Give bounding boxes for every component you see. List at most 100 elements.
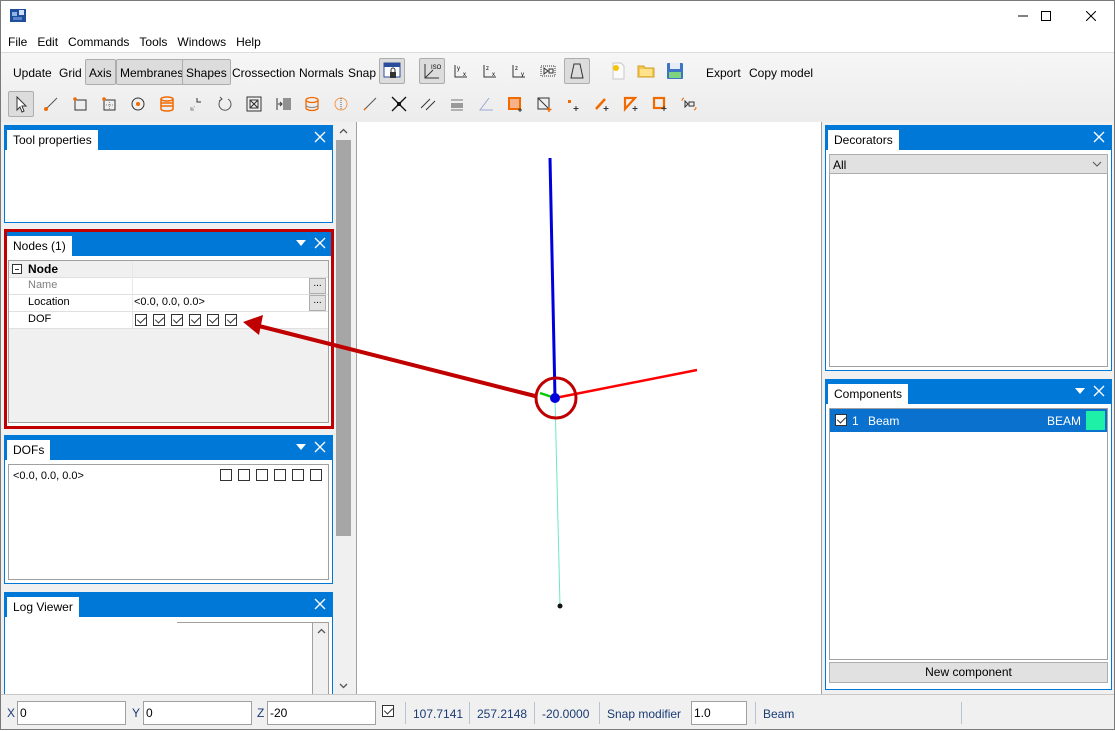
dof-checkbox-6[interactable] bbox=[225, 314, 237, 326]
grid-toggle[interactable]: Grid bbox=[55, 59, 86, 85]
dof-checkbox-5[interactable] bbox=[207, 314, 219, 326]
dof-checkbox-1[interactable] bbox=[135, 314, 147, 326]
add-filled-membrane-tool[interactable] bbox=[502, 91, 528, 117]
decorators-tab[interactable]: Decorators bbox=[828, 130, 899, 150]
property-value[interactable]: <0.0, 0.0, 0.0> bbox=[134, 296, 205, 308]
add-circle-node-tool[interactable] bbox=[125, 91, 151, 117]
stack-tool[interactable] bbox=[154, 91, 180, 117]
close-icon[interactable] bbox=[1091, 383, 1107, 399]
add-diagonal-tool[interactable] bbox=[531, 91, 557, 117]
add-triangle-tool[interactable] bbox=[618, 91, 644, 117]
beam-section-tool[interactable] bbox=[444, 91, 470, 117]
maximize-button[interactable] bbox=[1023, 1, 1069, 31]
scroll-up-icon[interactable] bbox=[339, 128, 348, 134]
location-ellipsis-button[interactable]: ... bbox=[309, 295, 326, 311]
dof-checkbox-2[interactable] bbox=[238, 469, 250, 481]
new-component-button[interactable]: New component bbox=[829, 662, 1108, 683]
menu-tools[interactable]: Tools bbox=[139, 35, 171, 49]
draw-line-tool[interactable] bbox=[38, 91, 64, 117]
scrollbar-thumb[interactable] bbox=[336, 140, 351, 536]
membranes-toggle[interactable]: Membranes bbox=[116, 59, 188, 85]
snap-section-tool[interactable] bbox=[676, 91, 702, 117]
dof-checkbox-4[interactable] bbox=[274, 469, 286, 481]
angle-tool[interactable] bbox=[473, 91, 499, 117]
shapes-toggle[interactable]: Shapes bbox=[182, 59, 231, 85]
close-icon[interactable] bbox=[312, 129, 328, 145]
copy-model-button[interactable]: Copy model bbox=[745, 59, 817, 85]
component-color-swatch[interactable] bbox=[1086, 411, 1105, 430]
3d-viewport[interactable] bbox=[356, 122, 822, 694]
xz-view-button[interactable]: zx bbox=[477, 58, 503, 84]
name-ellipsis-button[interactable]: ... bbox=[309, 278, 326, 294]
left-dock-scrollbar[interactable] bbox=[335, 123, 352, 694]
scroll-down-icon[interactable] bbox=[339, 683, 348, 689]
add-line-tool[interactable] bbox=[589, 91, 615, 117]
update-button[interactable]: Update bbox=[9, 59, 56, 85]
sphere-section-tool[interactable] bbox=[328, 91, 354, 117]
tool-properties-tab[interactable]: Tool properties bbox=[7, 130, 98, 150]
dropdown-triangle-icon[interactable] bbox=[294, 236, 308, 250]
intersection-tool[interactable] bbox=[386, 91, 412, 117]
move-tool[interactable] bbox=[183, 91, 209, 117]
menu-file[interactable]: File bbox=[8, 35, 31, 49]
log-viewer-tab[interactable]: Log Viewer bbox=[7, 597, 79, 617]
crossection-toggle[interactable]: Crossection bbox=[228, 59, 299, 85]
dof-checkbox-4[interactable] bbox=[189, 314, 201, 326]
close-icon[interactable] bbox=[312, 596, 328, 612]
array-tool[interactable] bbox=[270, 91, 296, 117]
dropdown-triangle-icon[interactable] bbox=[294, 440, 308, 454]
menu-help[interactable]: Help bbox=[236, 35, 265, 49]
export-button[interactable]: Export bbox=[702, 59, 745, 85]
close-icon[interactable] bbox=[312, 235, 328, 251]
axis-toggle[interactable]: Axis bbox=[85, 59, 116, 85]
dof-checkbox-6[interactable] bbox=[310, 469, 322, 481]
dofs-tab[interactable]: DOFs bbox=[7, 440, 51, 460]
cylinder-tool[interactable] bbox=[299, 91, 325, 117]
perspective-button[interactable] bbox=[564, 58, 590, 84]
x-coordinate-input[interactable] bbox=[17, 701, 126, 725]
menu-commands[interactable]: Commands bbox=[68, 35, 133, 49]
dropdown-triangle-icon[interactable] bbox=[1073, 384, 1087, 398]
dof-checkbox-2[interactable] bbox=[153, 314, 165, 326]
close-window-button[interactable] bbox=[1068, 1, 1114, 31]
add-square-tool[interactable] bbox=[647, 91, 673, 117]
component-row[interactable]: 1 Beam BEAM bbox=[830, 409, 1107, 432]
z-coordinate-input[interactable] bbox=[267, 701, 376, 725]
component-visible-checkbox[interactable] bbox=[835, 414, 847, 426]
menu-windows[interactable]: Windows bbox=[177, 35, 230, 49]
dof-checkbox-3[interactable] bbox=[256, 469, 268, 481]
selected-node[interactable] bbox=[550, 393, 560, 403]
beam-element[interactable] bbox=[554, 397, 561, 607]
close-icon[interactable] bbox=[312, 439, 328, 455]
rotate-tool[interactable] bbox=[212, 91, 238, 117]
menu-edit[interactable]: Edit bbox=[37, 35, 62, 49]
iso-view-button[interactable]: ISO bbox=[419, 58, 445, 84]
parallel-lines-tool[interactable] bbox=[415, 91, 441, 117]
lock-view-button[interactable] bbox=[379, 58, 405, 84]
snap-toggle[interactable]: Snap bbox=[344, 59, 380, 85]
yz-view-button[interactable]: zy bbox=[506, 58, 532, 84]
beam-end-node[interactable] bbox=[557, 603, 563, 609]
dof-checkbox-5[interactable] bbox=[292, 469, 304, 481]
nodes-tab[interactable]: Nodes (1) bbox=[7, 236, 72, 256]
dof-checkbox-3[interactable] bbox=[171, 314, 183, 326]
normals-toggle[interactable]: Normals bbox=[295, 59, 348, 85]
dof-checkbox-1[interactable] bbox=[220, 469, 232, 481]
coordinate-lock-checkbox[interactable] bbox=[382, 705, 394, 717]
new-file-button[interactable] bbox=[605, 58, 631, 84]
line-tool[interactable] bbox=[357, 91, 383, 117]
add-point-tool[interactable] bbox=[560, 91, 586, 117]
add-grid-rectangle-tool[interactable] bbox=[96, 91, 122, 117]
xy-view-button[interactable]: yx bbox=[448, 58, 474, 84]
select-tool-button[interactable] bbox=[8, 91, 34, 117]
open-folder-button[interactable] bbox=[633, 58, 659, 84]
save-button[interactable] bbox=[662, 58, 688, 84]
snap-modifier-input[interactable] bbox=[691, 701, 747, 725]
scroll-up-icon[interactable] bbox=[317, 628, 326, 634]
close-icon[interactable] bbox=[1091, 129, 1107, 145]
log-scrollbar[interactable] bbox=[312, 623, 329, 695]
components-tab[interactable]: Components bbox=[828, 384, 909, 404]
y-coordinate-input[interactable] bbox=[143, 701, 252, 725]
collapse-icon[interactable] bbox=[12, 264, 22, 274]
decorator-filter-select[interactable]: All bbox=[829, 154, 1108, 174]
